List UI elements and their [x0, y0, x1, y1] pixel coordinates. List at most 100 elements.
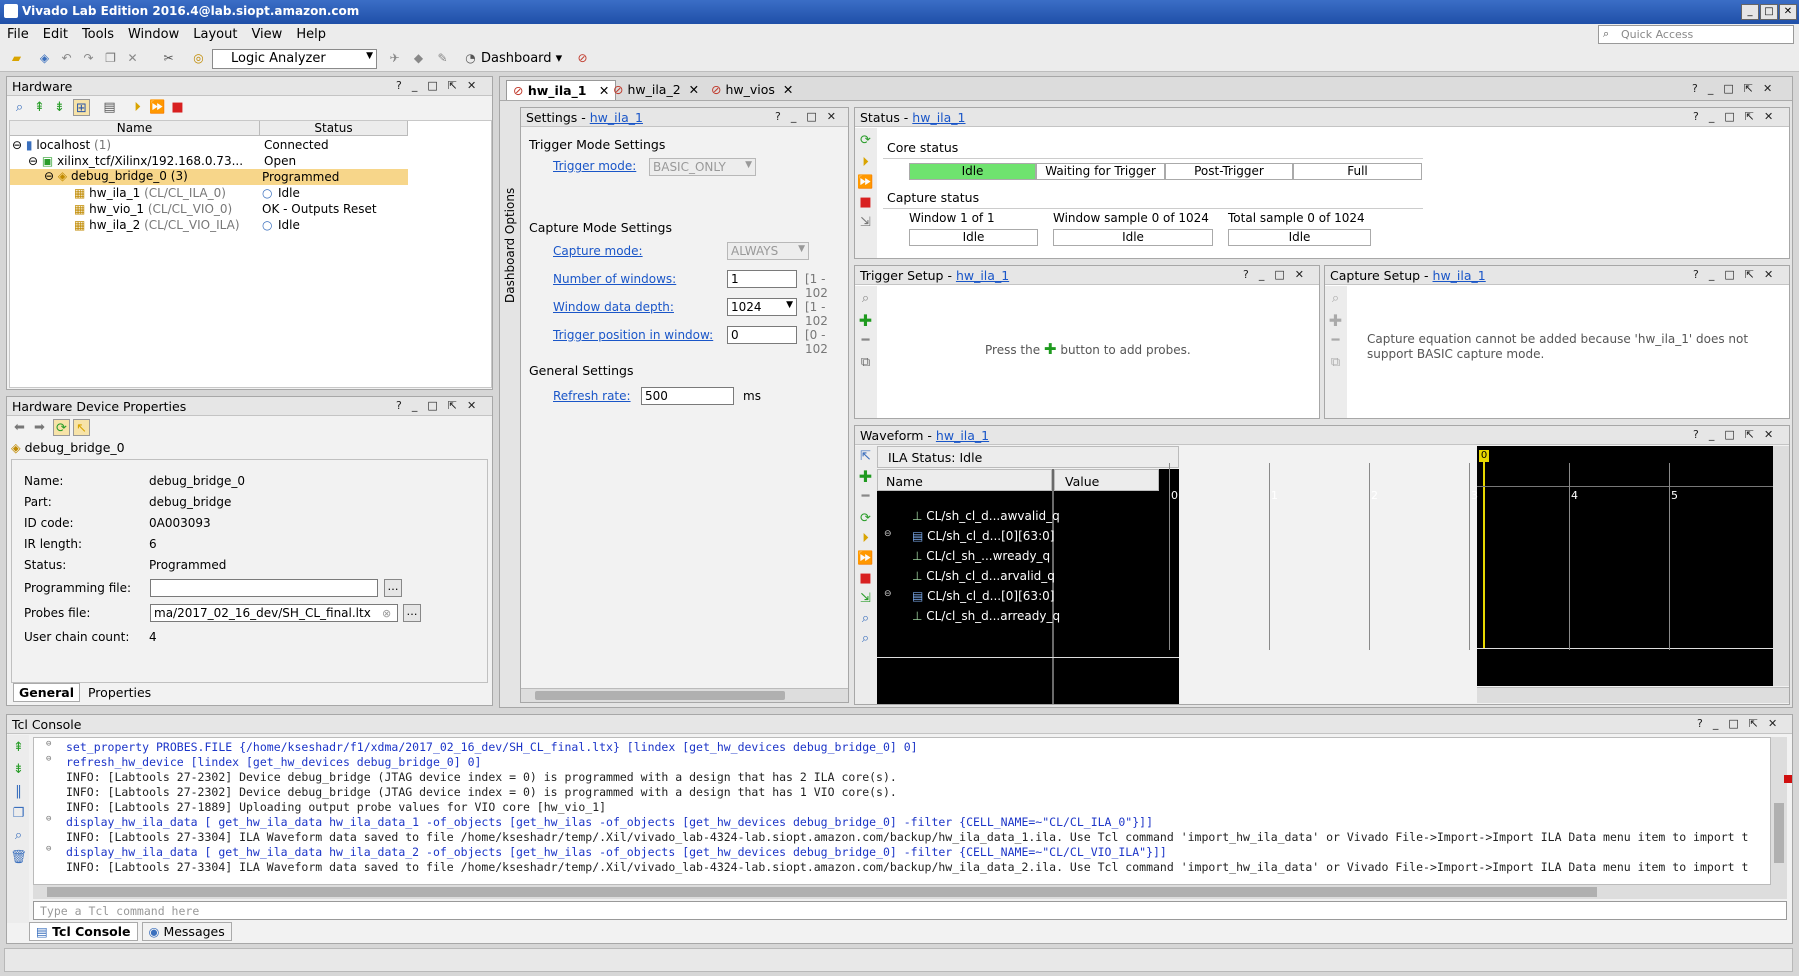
- search-icon[interactable]: ⌕: [10, 827, 27, 844]
- waveform-plot[interactable]: 0: [1477, 446, 1773, 686]
- number-of-windows-label[interactable]: Number of windows:: [553, 272, 676, 286]
- programming-file-input[interactable]: [150, 579, 378, 597]
- maximize-button[interactable]: □: [1760, 4, 1778, 20]
- menu-layout[interactable]: Layout: [186, 24, 244, 45]
- panel-controls[interactable]: ?_□⇱✕: [396, 79, 486, 92]
- dashboard-options-label[interactable]: Dashboard Options: [503, 188, 517, 303]
- back-arrow-icon[interactable]: ⬅: [11, 419, 28, 436]
- panel-controls[interactable]: ?_□✕: [775, 110, 846, 123]
- trigger-setup-ila-link[interactable]: hw_ila_1: [956, 268, 1009, 283]
- export-icon[interactable]: ⇲: [857, 214, 874, 231]
- probe-row[interactable]: ⊖ ▤ CL/sh_cl_d...[0][63:0]: [884, 589, 1054, 603]
- add-probe-icon[interactable]: ✚: [857, 468, 874, 485]
- menu-window[interactable]: Window: [121, 24, 186, 45]
- tab-hw-vios[interactable]: ⊘ hw_vios ✕: [705, 80, 799, 100]
- menu-file[interactable]: File: [0, 24, 36, 45]
- trigger-mode-select[interactable]: BASIC_ONLY ▼: [649, 158, 756, 176]
- browse-programming-file-button[interactable]: …: [384, 579, 402, 597]
- tab-general[interactable]: General: [13, 683, 80, 702]
- console-output[interactable]: set_property PROBES.FILE {/home/kseshadr…: [33, 737, 1771, 885]
- probe-row[interactable]: ⊖ ▤ CL/sh_cl_d...[0][63:0]: [884, 529, 1054, 543]
- delete-icon[interactable]: ✕: [124, 50, 141, 67]
- select-pointer-icon[interactable]: ↖: [73, 419, 90, 436]
- expand-bus-icon[interactable]: ⊖: [884, 529, 892, 539]
- status-ila-link[interactable]: hw_ila_1: [912, 110, 965, 125]
- tree-row-hw-ila-1[interactable]: ▦ hw_ila_1 (CL/CL_ILA_0) ○ Idle: [74, 186, 408, 200]
- probe-row[interactable]: ⊥ CL/sh_cl_d...awvalid_q: [912, 509, 1060, 523]
- stop-trigger-icon[interactable]: ✎: [434, 50, 451, 67]
- trigger-mode-label[interactable]: Trigger mode:: [553, 159, 636, 173]
- add-probe-icon[interactable]: ✚: [857, 312, 874, 329]
- help-icon[interactable]: ⊘: [574, 50, 591, 67]
- browse-probes-file-button[interactable]: …: [403, 604, 421, 622]
- expand-toggle-icon[interactable]: ⊖: [44, 169, 54, 183]
- scrollbar-thumb[interactable]: [1774, 803, 1784, 863]
- capture-mode-label[interactable]: Capture mode:: [553, 244, 643, 258]
- tree-row-hw-vio-1[interactable]: ▦ hw_vio_1 (CL/CL_VIO_0) OK - Outputs Re…: [74, 202, 408, 216]
- number-of-windows-input[interactable]: 1: [727, 270, 797, 288]
- capture-mode-select[interactable]: ALWAYS ▼: [727, 242, 809, 260]
- expand-all-icon[interactable]: ⇟: [10, 761, 27, 778]
- collapse-all-icon[interactable]: ⇞: [10, 739, 27, 756]
- scrollbar-thumb[interactable]: [47, 887, 1597, 897]
- tree-row-localhost[interactable]: ⊖ ▮ localhost (1) Connected: [12, 138, 408, 152]
- trigger-marker[interactable]: 0: [1479, 450, 1489, 462]
- col-header-value[interactable]: Value: [1054, 469, 1159, 491]
- tab-messages[interactable]: ◉ Messages: [141, 922, 232, 941]
- refresh-properties-icon[interactable]: ⟳: [53, 419, 70, 436]
- clear-console-icon[interactable]: 🗑: [10, 849, 27, 866]
- fold-toggle-icon[interactable]: ⊖: [46, 844, 51, 854]
- close-tab-icon[interactable]: ✕: [783, 82, 793, 97]
- settings-horizontal-scrollbar[interactable]: [521, 688, 848, 702]
- open-project-icon[interactable]: ▰: [8, 50, 25, 67]
- remove-probe-icon[interactable]: ━: [1327, 332, 1344, 349]
- panel-controls[interactable]: ?_□⇱✕: [1693, 268, 1783, 281]
- run-trigger-icon[interactable]: ✈: [386, 50, 403, 67]
- export-waveform-icon[interactable]: ⇲: [857, 590, 874, 607]
- console-horizontal-scrollbar[interactable]: [33, 885, 1787, 899]
- expand-all-icon[interactable]: ⇟: [51, 99, 68, 116]
- copy-icon[interactable]: ❐: [102, 50, 119, 67]
- fold-toggle-icon[interactable]: ⊖: [46, 814, 51, 824]
- auto-connect-icon[interactable]: ⊞: [73, 99, 90, 116]
- probe-row[interactable]: ⊥ CL/cl_sh_d...arready_q: [912, 609, 1060, 623]
- tab-properties[interactable]: Properties: [84, 684, 155, 701]
- probes-file-input[interactable]: ma/2017_02_16_dev/SH_CL_final.ltx: [150, 604, 398, 622]
- run-trigger-icon[interactable]: ⏵: [857, 154, 874, 171]
- capture-condition-icon[interactable]: ⧉: [1327, 354, 1344, 371]
- collapse-all-icon[interactable]: ⇞: [31, 99, 48, 116]
- probe-row[interactable]: ⊥ CL/sh_cl_d...arvalid_q: [912, 569, 1055, 583]
- dashboard-button[interactable]: Dashboard ▾: [481, 51, 562, 66]
- tab-hw-ila-2[interactable]: ⊘ hw_ila_2 ✕: [607, 80, 705, 100]
- run-trigger-repeat-icon[interactable]: ⟳: [857, 510, 874, 527]
- menu-edit[interactable]: Edit: [36, 24, 75, 45]
- fold-toggle-icon[interactable]: ⊖: [46, 754, 51, 764]
- close-window-button[interactable]: ✕: [1779, 4, 1797, 20]
- minimize-button[interactable]: _: [1741, 4, 1759, 20]
- trigger-condition-icon[interactable]: ⧉: [857, 354, 874, 371]
- trigger-position-label[interactable]: Trigger position in window:: [553, 328, 713, 342]
- tree-row-debug-bridge[interactable]: ⊖ ◈ debug_bridge_0 (3) Programmed: [10, 169, 408, 185]
- menu-view[interactable]: View: [244, 24, 289, 45]
- stop-icon[interactable]: ■: [169, 99, 186, 116]
- program-device-icon[interactable]: ▤: [101, 99, 118, 116]
- pause-output-icon[interactable]: ‖: [10, 783, 27, 800]
- panel-controls[interactable]: ?_□⇱✕: [396, 399, 486, 412]
- tree-row-hw-ila-2[interactable]: ▦ hw_ila_2 (CL/CL_VIO_ILA) ○ Idle: [74, 218, 408, 232]
- expand-bus-icon[interactable]: ⊖: [884, 589, 892, 599]
- trigger-position-input[interactable]: 0: [727, 326, 797, 344]
- panel-controls[interactable]: ?_□⇱✕: [1693, 428, 1783, 441]
- remove-probe-icon[interactable]: ━: [857, 332, 874, 349]
- run-trigger-immediate-icon[interactable]: ⏩: [149, 99, 166, 116]
- console-vertical-scrollbar[interactable]: [1771, 737, 1787, 885]
- clear-field-icon[interactable]: ⊗: [382, 607, 391, 620]
- fold-toggle-icon[interactable]: ⊖: [46, 739, 51, 749]
- tree-row-target[interactable]: ⊖ ▣ xilinx_tcf/Xilinx/192.168.0.73... Op…: [28, 154, 408, 168]
- zoom-out-icon[interactable]: ⌕: [857, 630, 874, 647]
- window-data-depth-label[interactable]: Window data depth:: [553, 300, 674, 314]
- run-trigger-immediate-icon[interactable]: ⏩: [857, 174, 874, 191]
- scrollbar-thumb[interactable]: [535, 691, 785, 700]
- probe-row[interactable]: ⊥ CL/cl_sh_...wready_q: [912, 549, 1050, 563]
- tcl-command-input[interactable]: Type a Tcl command here: [33, 901, 1787, 920]
- remove-probe-icon[interactable]: ━: [857, 488, 874, 505]
